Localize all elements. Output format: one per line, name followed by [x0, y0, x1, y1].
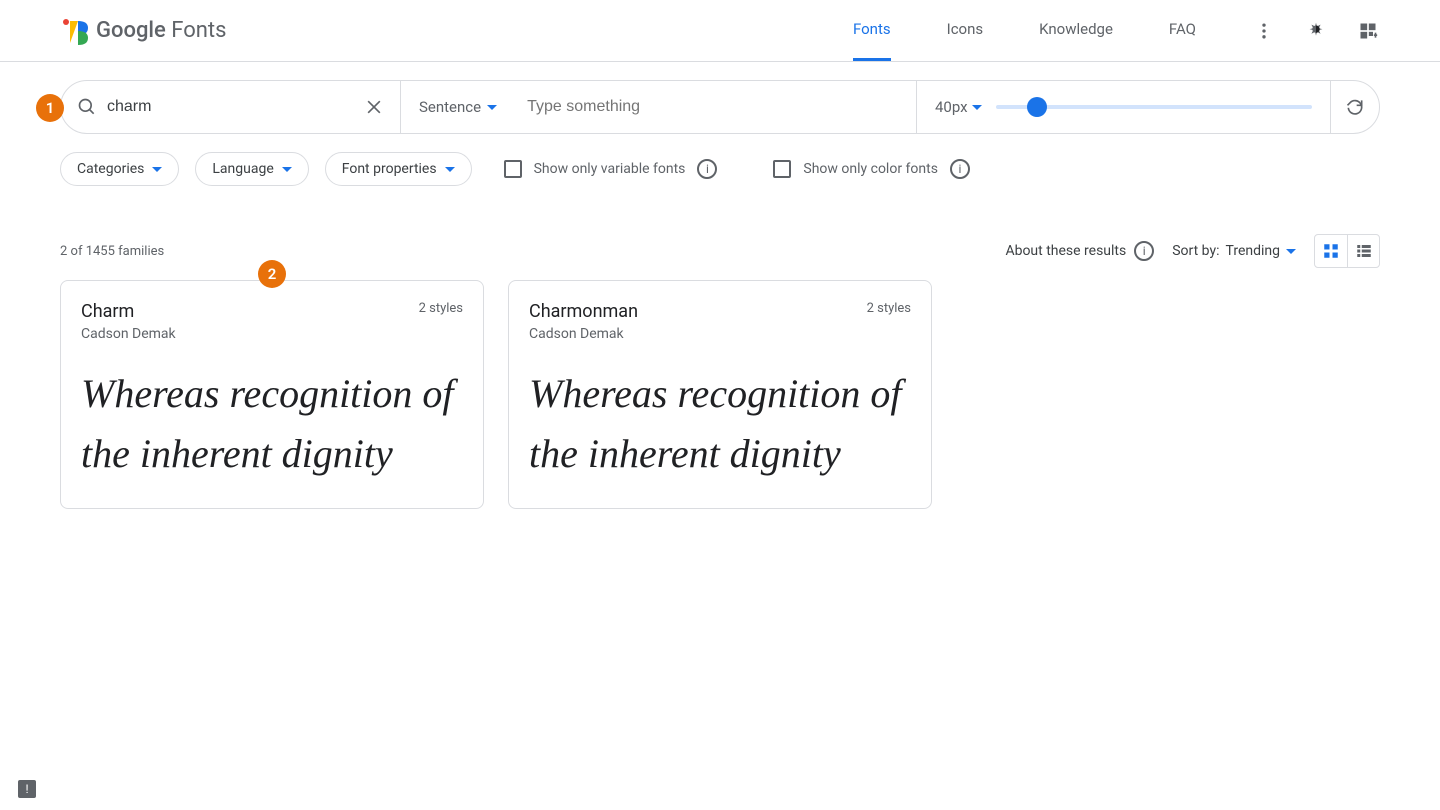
chip-label: Categories — [77, 161, 144, 177]
nav: Fonts Icons Knowledge FAQ — [853, 0, 1196, 61]
reset-button[interactable] — [1331, 97, 1379, 117]
info-icon[interactable]: i — [950, 159, 970, 179]
results-bar: 2 of 1455 families About these results i… — [60, 234, 1380, 268]
chevron-down-icon — [282, 167, 292, 172]
color-checkbox[interactable] — [773, 160, 791, 178]
preview-text-input[interactable] — [527, 98, 904, 116]
chevron-down-icon — [972, 105, 982, 110]
variable-fonts-filter: Show only variable fonts i — [504, 159, 718, 179]
font-sample: Whereas recognition of the inherent dign… — [529, 364, 911, 484]
chevron-down-icon — [445, 167, 455, 172]
size-box: 40px — [917, 81, 1331, 133]
size-slider[interactable] — [996, 105, 1312, 109]
info-icon: i — [1134, 241, 1154, 261]
theme-icon[interactable] — [1304, 19, 1328, 43]
search-input[interactable] — [107, 98, 354, 116]
preview-type-label: Sentence — [419, 98, 481, 116]
view-toggle — [1314, 234, 1380, 268]
sort-prefix: Sort by: — [1172, 243, 1219, 259]
chip-label: Language — [212, 161, 273, 177]
nav-faq[interactable]: FAQ — [1169, 0, 1196, 61]
font-grid: Charm Cadson Demak 2 styles Whereas reco… — [60, 280, 1380, 509]
about-results[interactable]: About these results i — [1005, 241, 1154, 261]
annotation-badge-1: 1 — [36, 94, 64, 122]
nav-knowledge[interactable]: Knowledge — [1039, 0, 1113, 61]
search-box — [61, 81, 401, 133]
font-card-charmonman[interactable]: Charmonman Cadson Demak 2 styles Whereas… — [508, 280, 932, 509]
chevron-down-icon — [487, 105, 497, 110]
more-icon[interactable] — [1252, 19, 1276, 43]
preview-text-box — [515, 81, 917, 133]
size-value: 40px — [935, 98, 968, 116]
info-icon[interactable]: i — [697, 159, 717, 179]
size-dropdown[interactable]: 40px — [935, 98, 982, 116]
logo[interactable]: Google Fonts — [60, 17, 226, 45]
logo-icon — [60, 17, 88, 45]
toolbar: Sentence 40px — [60, 80, 1380, 134]
font-author: Cadson Demak — [529, 326, 638, 342]
font-styles: 2 styles — [867, 301, 911, 316]
sort-value: Trending — [1225, 243, 1280, 259]
preview-type-dropdown[interactable]: Sentence — [401, 81, 515, 133]
reset-icon — [1345, 97, 1365, 117]
about-label: About these results — [1005, 243, 1126, 259]
nav-fonts[interactable]: Fonts — [853, 0, 891, 61]
font-sample: Whereas recognition of the inherent dign… — [81, 364, 463, 484]
feedback-button[interactable]: ! — [18, 780, 36, 798]
header: Google Fonts Fonts Icons Knowledge FAQ — [0, 0, 1440, 62]
properties-chip[interactable]: Font properties — [325, 152, 472, 186]
chevron-down-icon — [152, 167, 162, 172]
search-icon — [77, 97, 97, 117]
clear-search-icon[interactable] — [364, 97, 384, 117]
grid-view-button[interactable] — [1315, 235, 1347, 267]
variable-checkbox[interactable] — [504, 160, 522, 178]
font-name: Charmonman — [529, 301, 638, 322]
sort-dropdown[interactable]: Sort by: Trending — [1172, 243, 1296, 259]
categories-chip[interactable]: Categories — [60, 152, 179, 186]
nav-icons[interactable]: Icons — [947, 0, 984, 61]
font-author: Cadson Demak — [81, 326, 176, 342]
results-count: 2 of 1455 families — [60, 244, 164, 259]
language-chip[interactable]: Language — [195, 152, 308, 186]
annotation-badge-2: 2 — [258, 260, 286, 288]
logo-text: Google Fonts — [96, 18, 226, 43]
color-fonts-filter: Show only color fonts i — [773, 159, 970, 179]
variable-label: Show only variable fonts — [534, 161, 686, 177]
bag-icon[interactable] — [1356, 19, 1380, 43]
slider-thumb[interactable] — [1027, 97, 1047, 117]
chip-label: Font properties — [342, 161, 437, 177]
filters: Categories Language Font properties Show… — [60, 152, 1380, 186]
list-view-button[interactable] — [1347, 235, 1379, 267]
font-card-charm[interactable]: Charm Cadson Demak 2 styles Whereas reco… — [60, 280, 484, 509]
font-name: Charm — [81, 301, 176, 322]
font-styles: 2 styles — [419, 301, 463, 316]
header-actions — [1252, 19, 1380, 43]
color-label: Show only color fonts — [803, 161, 938, 177]
chevron-down-icon — [1286, 249, 1296, 254]
